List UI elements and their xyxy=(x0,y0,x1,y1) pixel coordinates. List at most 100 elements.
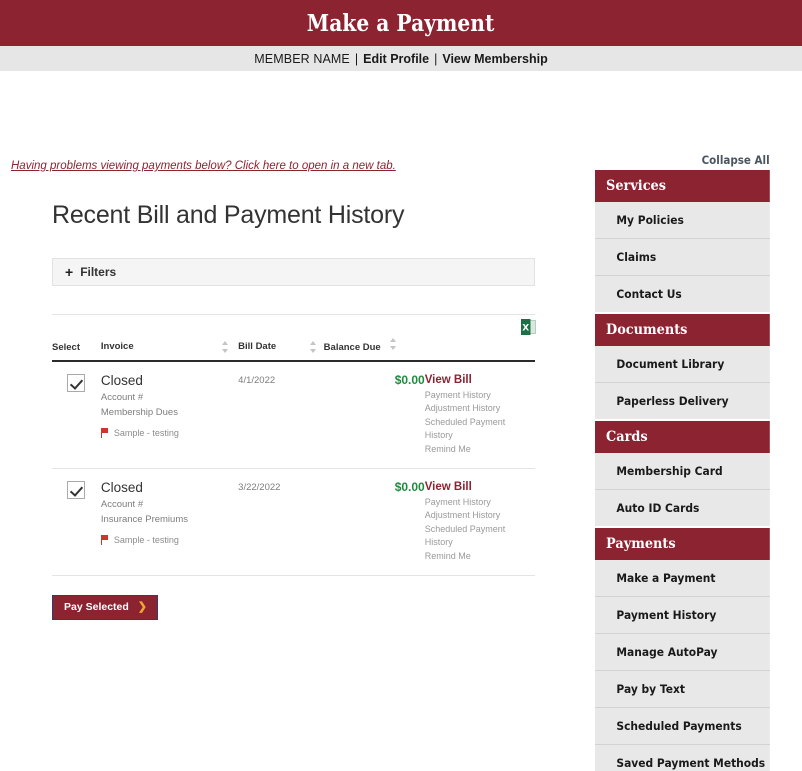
payment-history-link[interactable]: Payment History xyxy=(425,389,535,403)
sidebar-items-cards: Membership Card Auto ID Cards xyxy=(595,453,770,526)
sidebar-group-header-wrap: Payments xyxy=(595,528,770,560)
col-header-select: Select xyxy=(52,338,101,362)
viewing-problems-notice-link[interactable]: Having problems viewing payments below? … xyxy=(11,160,396,172)
remind-me-link[interactable]: Remind Me xyxy=(425,550,535,564)
sort-arrows-icon xyxy=(389,338,398,350)
member-subnav: MEMBER NAME | Edit Profile | View Member… xyxy=(0,46,802,71)
sort-invoice[interactable] xyxy=(217,341,230,353)
subnav-separator-1: | xyxy=(354,51,359,66)
col-header-invoice[interactable]: Invoice xyxy=(100,338,239,362)
invoice-flag-text: Sample - testing xyxy=(113,427,179,438)
invoice-account: Account # xyxy=(100,391,144,403)
row-bill-date-cell: 4/1/2022 xyxy=(238,361,324,470)
sidebar-item-document-library[interactable]: Document Library xyxy=(595,346,770,383)
sidebar-group-header-wrap: Documents xyxy=(595,314,770,346)
invoice-status: Closed xyxy=(100,373,143,388)
svg-text:X: X xyxy=(522,324,529,334)
col-header-bill-date[interactable]: Bill Date xyxy=(238,338,324,362)
sidebar-group-header-wrap: Cards xyxy=(595,421,770,453)
table-row: Closed Account # Membership Dues Sample … xyxy=(52,361,535,470)
sidebar-group-title-cards[interactable]: Cards xyxy=(595,421,770,453)
sidebar-item-scheduled-payments[interactable]: Scheduled Payments xyxy=(595,708,770,745)
sidebar-item-payment-history[interactable]: Payment History xyxy=(595,597,770,634)
col-header-bill-date-label: Bill Date xyxy=(238,341,277,352)
sidebar-group-services: Services My Policies Claims Contact Us xyxy=(595,170,770,312)
sidebar-group-header-wrap: Services xyxy=(595,170,770,202)
col-header-balance-due[interactable]: Balance Due xyxy=(323,338,425,362)
sidebar-group-title-payments[interactable]: Payments xyxy=(595,528,770,560)
subnav-separator-2: | xyxy=(434,51,438,66)
edit-profile-link[interactable]: Edit Profile xyxy=(363,52,429,66)
sidebar-item-paperless-delivery[interactable]: Paperless Delivery xyxy=(595,383,770,419)
row-invoice-cell: Closed Account # Insurance Premiums Samp… xyxy=(100,468,239,577)
invoice-flag-line: Sample - testing xyxy=(100,427,238,438)
sidebar-group-documents: Documents Document Library Paperless Del… xyxy=(595,314,770,419)
flag-icon xyxy=(100,534,110,545)
sort-balance-due[interactable] xyxy=(385,338,398,350)
sidebar-item-saved-payment-methods[interactable]: Saved Payment Methods xyxy=(595,745,770,771)
sidebar-item-pay-by-text[interactable]: Pay by Text xyxy=(595,671,770,708)
bills-table-body: Closed Account # Membership Dues Sample … xyxy=(52,361,535,577)
filters-label: Filters xyxy=(80,265,117,279)
sidebar-item-make-a-payment[interactable]: Make a Payment xyxy=(595,560,770,597)
scheduled-payment-history-link[interactable]: Scheduled Payment History xyxy=(425,523,535,550)
col-header-actions xyxy=(424,338,535,362)
sidebar-items-payments: Make a Payment Payment History Manage Au… xyxy=(595,560,770,771)
bills-table-head: Select Invoice Bill Date Balance Due xyxy=(52,338,535,362)
row-checkbox[interactable] xyxy=(67,481,86,500)
invoice-category: Membership Dues xyxy=(100,406,178,418)
table-header-row: Select Invoice Bill Date Balance Due xyxy=(52,338,535,362)
chevron-right-icon: ❯ xyxy=(137,601,148,614)
sidebar-group-cards: Cards Membership Card Auto ID Cards xyxy=(595,421,770,526)
payment-history-link[interactable]: Payment History xyxy=(425,496,535,510)
row-select-cell xyxy=(52,361,101,470)
sidebar-item-claims[interactable]: Claims xyxy=(595,239,770,276)
sidebar-nav: Collapse All Services My Policies Claims… xyxy=(595,153,770,771)
sidebar-item-auto-id-cards[interactable]: Auto ID Cards xyxy=(595,490,770,526)
invoice-category: Insurance Premiums xyxy=(100,513,188,525)
col-header-invoice-label: Invoice xyxy=(100,341,134,352)
app-banner: Make a Payment xyxy=(0,0,802,46)
sidebar-items-documents: Document Library Paperless Delivery xyxy=(595,346,770,419)
scheduled-payment-history-link[interactable]: Scheduled Payment History xyxy=(425,416,535,443)
sidebar-item-contact-us[interactable]: Contact Us xyxy=(595,276,770,312)
adjustment-history-link[interactable]: Adjustment History xyxy=(425,402,535,416)
plus-icon: + xyxy=(65,264,74,280)
row-balance-cell: $0.00 xyxy=(323,361,425,470)
row-balance-cell: $0.00 xyxy=(323,468,425,577)
view-bill-link[interactable]: View Bill xyxy=(425,480,535,496)
col-header-balance-due-label: Balance Due xyxy=(323,342,381,353)
pay-selected-button[interactable]: Pay Selected ❯ xyxy=(52,595,159,621)
sidebar-item-membership-card[interactable]: Membership Card xyxy=(595,453,770,490)
row-actions-cell: View Bill Payment History Adjustment His… xyxy=(424,468,535,577)
flag-icon xyxy=(100,427,110,438)
invoice-flag-line: Sample - testing xyxy=(100,534,238,545)
collapse-all-link[interactable]: Collapse All xyxy=(702,153,770,167)
sidebar-item-manage-autopay[interactable]: Manage AutoPay xyxy=(595,634,770,671)
sort-arrows-icon xyxy=(221,341,230,353)
page-title: Recent Bill and Payment History xyxy=(52,201,405,229)
row-select-cell xyxy=(52,468,101,577)
adjustment-history-link[interactable]: Adjustment History xyxy=(425,509,535,523)
sidebar-group-payments: Payments Make a Payment Payment History … xyxy=(595,528,770,771)
page-banner-title: Make a Payment xyxy=(307,9,495,37)
row-checkbox[interactable] xyxy=(67,374,86,392)
filters-toggle[interactable]: + Filters xyxy=(52,258,535,286)
bill-date-value: 4/1/2022 xyxy=(238,375,276,386)
invoice-status: Closed xyxy=(100,480,143,496)
sidebar-item-my-policies[interactable]: My Policies xyxy=(595,202,770,239)
invoice-flag-text: Sample - testing xyxy=(113,534,179,545)
view-bill-link[interactable]: View Bill xyxy=(425,373,535,389)
view-membership-link[interactable]: View Membership xyxy=(442,52,547,66)
remind-me-link[interactable]: Remind Me xyxy=(425,443,535,457)
sidebar-group-title-services[interactable]: Services xyxy=(595,170,770,202)
row-bill-date-cell: 3/22/2022 xyxy=(238,468,324,577)
table-toolbar: X xyxy=(52,314,536,336)
sidebar-group-title-documents[interactable]: Documents xyxy=(595,314,770,346)
sort-bill-date[interactable] xyxy=(305,341,318,353)
pay-selected-label: Pay Selected xyxy=(64,601,129,614)
bill-date-value: 3/22/2022 xyxy=(238,482,281,494)
sort-arrows-icon xyxy=(309,341,318,353)
member-name-label: MEMBER NAME xyxy=(254,51,350,66)
excel-export-icon[interactable]: X xyxy=(521,319,536,335)
